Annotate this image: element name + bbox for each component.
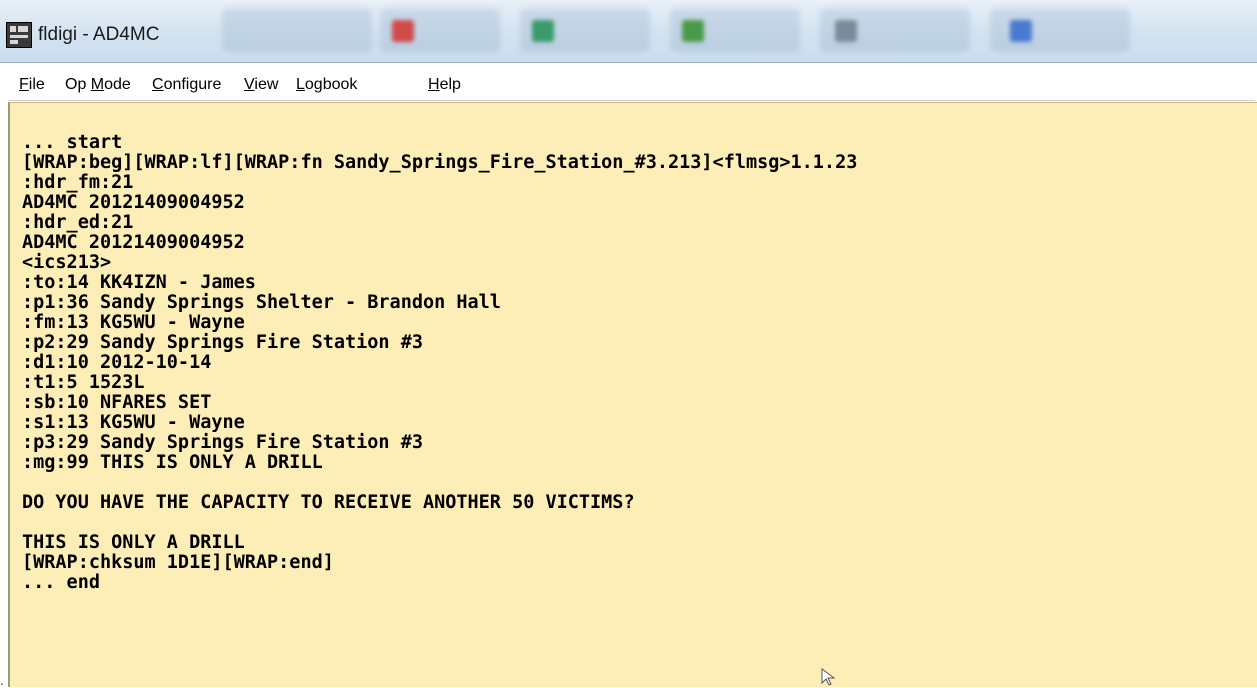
menu-configure-label: onfigure [163,76,222,93]
rx-line: :p2:29 Sandy Springs Fire Station #3 [22,332,423,353]
menu-help-label: elp [439,76,461,93]
menu-logbook[interactable]: Logbook [296,76,357,94]
rx-line: :d1:10 2012-10-14 [22,352,212,373]
menu-logbook-accel: L [296,76,305,93]
menu-op-mode[interactable]: Op Mode [65,76,131,94]
menu-view[interactable]: View [244,76,278,94]
title-bar[interactable]: fldigi - AD4MC [0,0,1257,63]
rx-line: :p1:36 Sandy Springs Shelter - Brandon H… [22,292,501,313]
rx-line: [WRAP:chksum 1D1E][WRAP:end] [22,552,334,573]
menu-file-accel: F [19,76,29,93]
rx-line: AD4MC 20121409004952 [22,232,245,253]
blurred-taskbar-icon [392,20,414,42]
menu-op-mode-accel: M [90,76,105,93]
rx-line: :p3:29 Sandy Springs Fire Station #3 [22,432,423,453]
rx-line: ... end [22,572,100,593]
menu-bar: File Op Mode Configure View Logbook Help [8,70,1255,101]
menu-logbook-label: ogbook [304,76,358,93]
rx-line: [WRAP:beg][WRAP:lf][WRAP:fn Sandy_Spring… [22,152,858,173]
window-title: fldigi - AD4MC [38,24,160,45]
receive-text-pane[interactable]: ... start [WRAP:beg][WRAP:lf][WRAP:fn Sa… [8,102,1257,687]
rx-line: ... start [22,132,123,153]
blurred-taskbar-icon [1010,20,1032,42]
rx-line: <ics213> [22,252,112,273]
rx-line: :mg:99 THIS IS ONLY A DRILL [22,452,323,473]
blurred-taskbar-tab [222,8,372,52]
blurred-taskbar-icon [835,20,857,42]
menu-view-accel: V [244,76,255,93]
mouse-cursor-icon [821,668,836,686]
rx-line: :s1:13 KG5WU - Wayne [22,412,245,433]
rx-line: :hdr_ed:21 [22,212,134,233]
rx-line: AD4MC 20121409004952 [22,192,245,213]
menu-configure-accel: C [152,76,164,93]
menu-help-accel: H [428,76,440,93]
rx-line: THIS IS ONLY A DRILL [22,532,245,553]
menu-op-mode-label: ode [104,76,131,93]
rx-line: :sb:10 NFARES SET [22,392,212,413]
rx-line: :fm:13 KG5WU - Wayne [22,312,245,333]
menu-configure[interactable]: Configure [152,76,221,94]
menu-op-mode-prefix: Op [65,76,91,93]
rx-line: DO YOU HAVE THE CAPACITY TO RECEIVE ANOT… [22,492,635,513]
fldigi-app-icon[interactable] [6,22,32,48]
menu-file-label: ile [28,76,45,93]
rx-line: :to:14 KK4IZN - James [22,272,256,293]
rx-line: :t1:5 1523L [22,372,145,393]
blurred-taskbar-icon [532,20,554,42]
menu-view-label: iew [254,76,279,93]
blurred-taskbar-icon [682,20,704,42]
rx-line: :hdr_fm:21 [22,172,134,193]
menu-help[interactable]: Help [428,76,461,94]
menu-file[interactable]: File [19,76,45,94]
